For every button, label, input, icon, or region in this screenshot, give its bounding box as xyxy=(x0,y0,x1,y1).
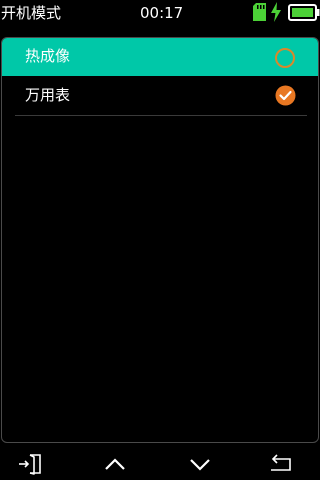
bottom-nav xyxy=(0,448,320,480)
battery-icon xyxy=(288,4,320,21)
radio-checked-icon[interactable] xyxy=(275,85,296,106)
down-button[interactable] xyxy=(186,452,214,476)
mode-list-panel: 热成像 万用表 xyxy=(1,37,319,443)
charging-bolt-icon xyxy=(271,2,281,22)
status-bar: 开机模式 00:17 xyxy=(0,0,320,26)
chevron-down-icon xyxy=(190,459,210,471)
list-item-multimeter[interactable]: 万用表 xyxy=(2,77,318,115)
radio-unchecked-icon[interactable] xyxy=(275,48,295,68)
chevron-up-icon xyxy=(105,458,125,470)
list-item-label: 万用表 xyxy=(25,86,71,104)
page-title: 开机模式 xyxy=(1,4,62,22)
list-item-thermal-imaging[interactable]: 热成像 xyxy=(2,38,318,76)
up-button[interactable] xyxy=(101,452,129,476)
back-button[interactable] xyxy=(267,452,295,476)
list-item-label: 热成像 xyxy=(25,47,71,65)
clock: 00:17 xyxy=(140,4,184,22)
return-icon xyxy=(271,454,291,471)
divider xyxy=(15,115,307,116)
exit-button[interactable] xyxy=(16,452,44,476)
sd-card-icon xyxy=(253,3,266,21)
exit-icon xyxy=(19,454,41,475)
